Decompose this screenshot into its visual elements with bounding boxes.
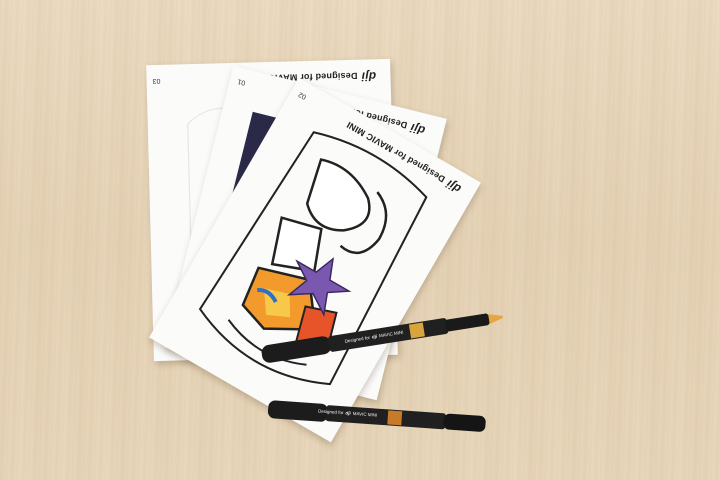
wooden-table-scene: djiDesigned for MAVIC MINI 03 djiDesigne… xyxy=(0,0,720,480)
pen-color-band xyxy=(408,322,425,339)
marker-pen-body xyxy=(267,400,486,432)
marker-pen-black[interactable]: Designed for dji MAVIC MINI xyxy=(267,392,491,443)
pen-tip xyxy=(488,314,503,324)
pen-color-band xyxy=(387,410,403,426)
